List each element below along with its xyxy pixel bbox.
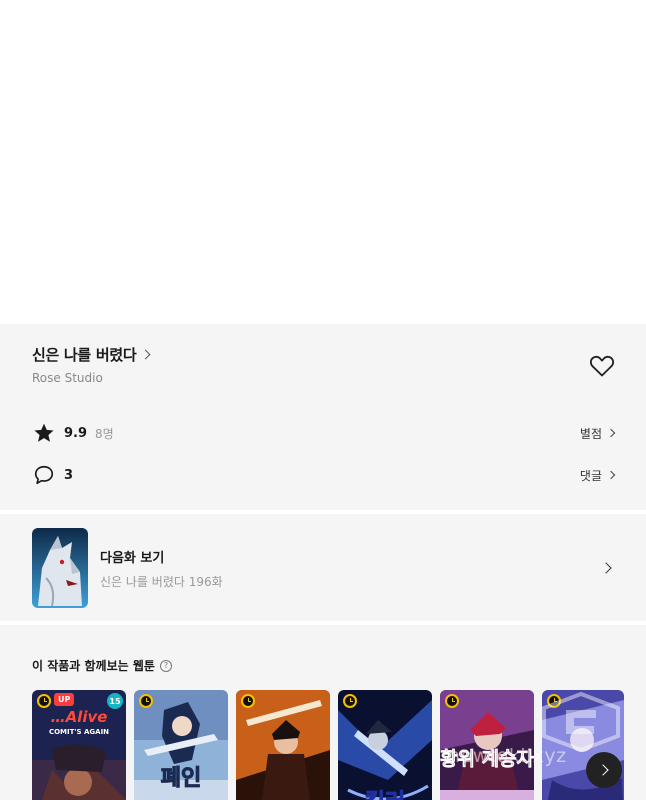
cover-title: 폐인 xyxy=(160,766,202,792)
recommendation-title: 이 작품과 함께보는 웹툰 xyxy=(32,659,155,673)
chevron-right-icon xyxy=(606,470,616,480)
chevron-right-icon xyxy=(140,349,151,360)
comment-link-label: 댓글 xyxy=(579,468,602,483)
work-title: 신은 나를 버렸다 xyxy=(32,346,137,364)
next-episode-thumbnail xyxy=(32,528,88,608)
comment-count: 3 xyxy=(64,467,74,483)
comment-row: 3 댓글 xyxy=(32,462,616,488)
rating-value: 9.9 xyxy=(64,425,88,441)
clock-icon xyxy=(445,694,459,708)
recommended-webtoon-card[interactable] xyxy=(236,690,330,800)
recommendation-header: 이 작품과 함께보는 웹툰 ? xyxy=(32,657,172,674)
recommended-webtoon-card[interactable]: 킬러 xyxy=(338,690,432,800)
star-icon xyxy=(32,421,56,445)
carousel-next-button[interactable] xyxy=(586,752,622,788)
rating-link-label: 별점 xyxy=(579,426,602,441)
work-title-link[interactable]: 신은 나를 버렸다 xyxy=(32,344,151,365)
cover-title: …Alive xyxy=(50,708,108,726)
clock-icon xyxy=(343,694,357,708)
chevron-right-icon xyxy=(600,562,612,574)
rating-count: 8명 xyxy=(95,426,114,441)
comment-link[interactable]: 댓글 xyxy=(579,467,616,484)
heart-icon[interactable] xyxy=(589,354,615,378)
cover-title: 킬러 xyxy=(338,784,432,800)
clock-icon xyxy=(547,694,561,708)
rating-row: 9.9 8명 별점 xyxy=(32,420,616,446)
recommended-webtoon-card[interactable]: …Alive COMIT'S AGAIN UP 15 xyxy=(32,690,126,800)
help-icon[interactable]: ? xyxy=(159,659,172,672)
clock-icon xyxy=(37,694,51,708)
rating-link[interactable]: 별점 xyxy=(579,425,616,442)
next-episode-link[interactable]: 다음화 보기 신은 나를 버렸다 196화 xyxy=(32,528,614,608)
chevron-right-icon xyxy=(596,764,609,776)
clock-icon xyxy=(241,694,255,708)
next-episode-label: 다음화 보기 xyxy=(100,550,165,566)
clock-icon xyxy=(139,694,153,708)
author-name: Rose Studio xyxy=(32,371,103,385)
content-area-blank xyxy=(0,0,646,324)
age-rating-badge: 15 xyxy=(107,693,123,709)
recommended-webtoon-card[interactable]: 폐인 xyxy=(134,690,228,800)
next-episode-subtitle: 신은 나를 버렸다 196화 xyxy=(100,574,223,589)
cover-title: 황위 계승자 xyxy=(440,748,534,771)
cover-subtitle: COMIT'S AGAIN xyxy=(48,728,110,736)
recommended-webtoon-card[interactable]: 황위 계승자 xyxy=(440,690,534,800)
up-badge: UP xyxy=(54,693,75,706)
comment-icon xyxy=(32,463,56,487)
chevron-right-icon xyxy=(606,428,616,438)
